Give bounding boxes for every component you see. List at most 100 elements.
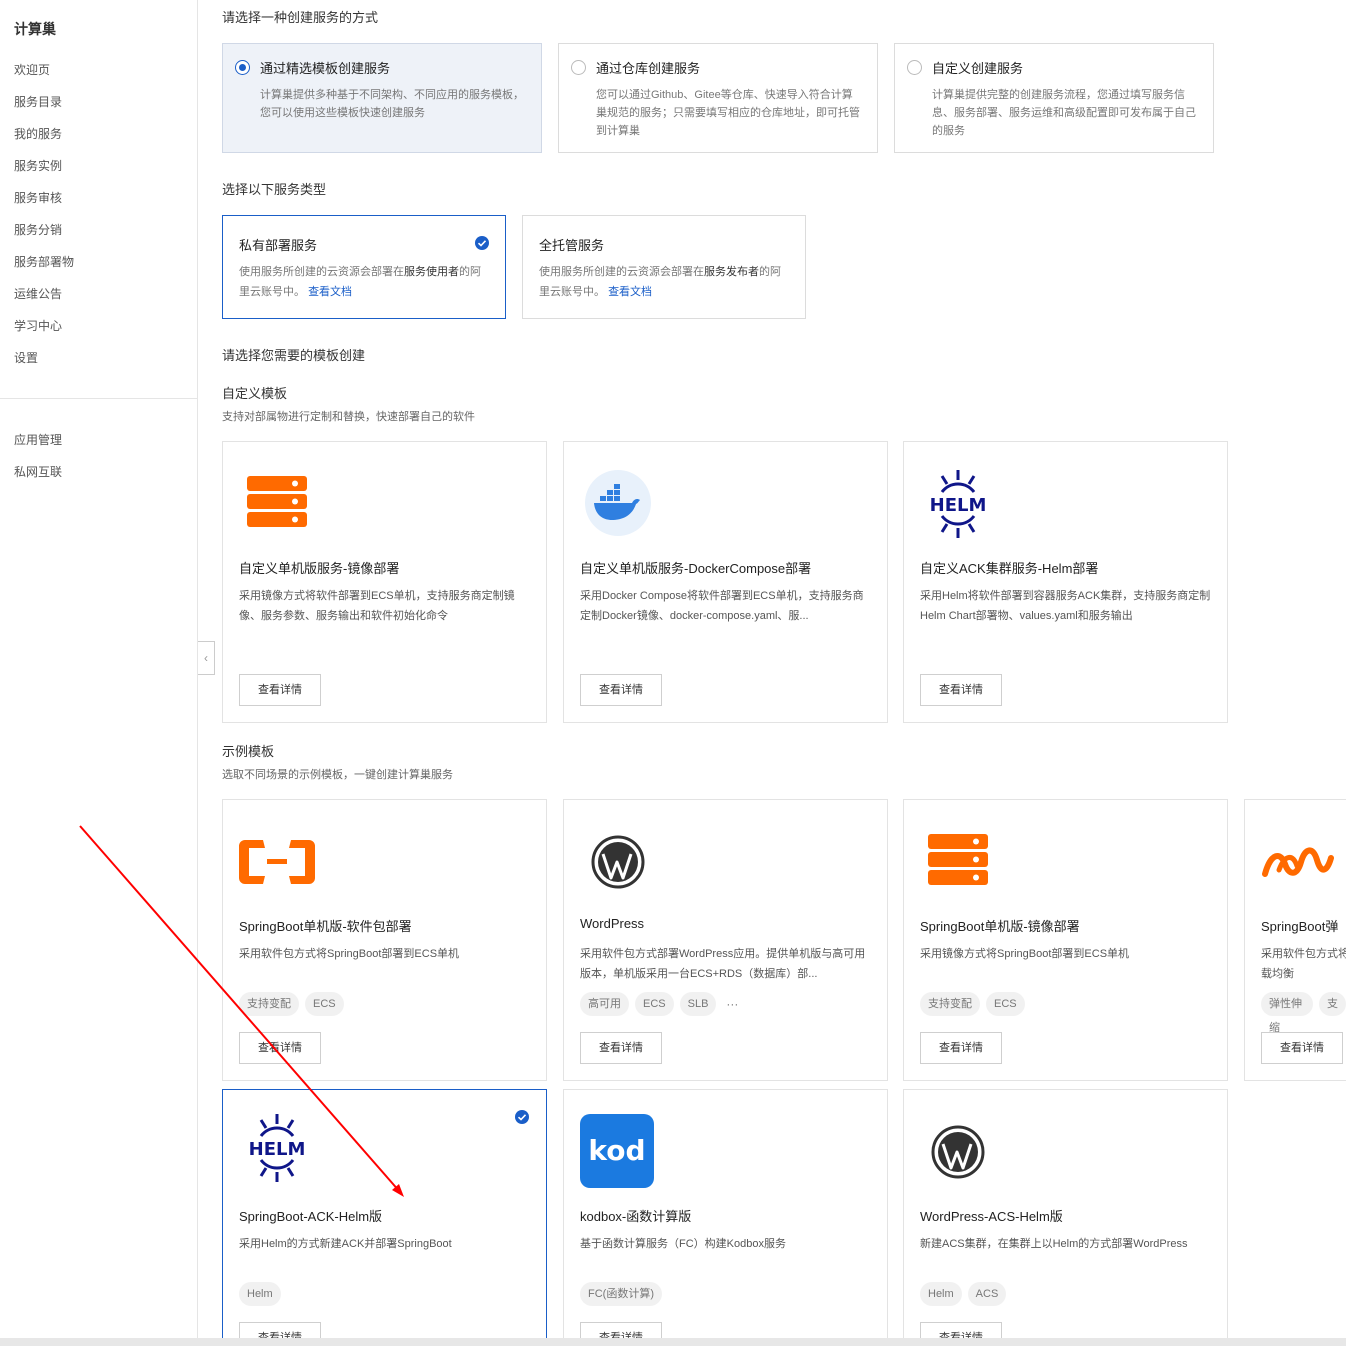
method-section-label: 请选择一种创建服务的方式 xyxy=(222,10,379,25)
sidebar-item-welcome[interactable]: 欢迎页 xyxy=(14,60,74,92)
more-tags-icon[interactable]: ··· xyxy=(726,997,738,1011)
tag: 支持变配 xyxy=(920,992,980,1016)
method-card-custom[interactable]: 自定义创建服务 计算巢提供完整的创建服务流程，您通过填写服务信息、服务部署、服务… xyxy=(894,43,1214,153)
aliyun-icon xyxy=(239,824,315,900)
template-card-desc: 采用软件包方式将SpringBoot部署到ECS上，并使用SLB做负载均衡 xyxy=(1261,948,1346,980)
method-card-desc: 计算巢提供完整的创建服务流程，您通过填写服务信息、服务部署、服务运维和高级配置即… xyxy=(932,89,1196,137)
sidebar-menu-secondary: 应用管理 私网互联 xyxy=(14,430,62,494)
type-card-title: 私有部署服务 xyxy=(239,238,318,253)
template-card-desc: 采用软件包方式部署WordPress应用。提供单机版与高可用版本，单机版采用一台… xyxy=(580,948,866,980)
radio-selected-icon[interactable] xyxy=(235,60,250,75)
svg-text:kod: kod xyxy=(588,1134,645,1167)
template-card-title: WordPress-ACS-Helm版 xyxy=(920,1209,1063,1224)
sidebar-item-service-review[interactable]: 服务审核 xyxy=(14,188,74,220)
tag: ACS xyxy=(967,1282,1007,1306)
view-docs-link[interactable]: 查看文档 xyxy=(308,286,352,298)
tag-list: Helm xyxy=(239,1282,281,1306)
template-section-label: 请选择您需要的模板创建 xyxy=(222,348,366,363)
template-card-title: 自定义ACK集群服务-Helm部署 xyxy=(920,561,1099,576)
tag-list: 支持变配 ECS xyxy=(920,992,1025,1016)
template-card-springboot-package[interactable]: SpringBoot单机版-软件包部署 采用软件包方式将SpringBoot部署… xyxy=(222,799,547,1081)
springboot-swirl-icon xyxy=(1261,824,1337,900)
sidebar-item-settings[interactable]: 设置 xyxy=(14,348,74,380)
check-circle-icon xyxy=(475,236,489,250)
template-card-custom-helm[interactable]: HELM 自定义ACK集群服务-Helm部署 采用Helm将软件部署到容器服务A… xyxy=(903,441,1228,723)
sidebar-item-app-management[interactable]: 应用管理 xyxy=(14,430,62,462)
template-card-title: kodbox-函数计算版 xyxy=(580,1209,692,1224)
sidebar-item-private-network[interactable]: 私网互联 xyxy=(14,462,62,494)
app-title: 计算巢 xyxy=(14,21,56,37)
sidebar-divider xyxy=(0,398,197,399)
wordpress-icon xyxy=(920,1114,996,1190)
template-card-custom-docker[interactable]: 自定义单机版服务-DockerCompose部署 采用Docker Compos… xyxy=(563,441,888,723)
view-details-button[interactable]: 查看详情 xyxy=(239,674,321,706)
template-card-title: SpringBoot单机版-镜像部署 xyxy=(920,919,1080,934)
template-card-desc: 采用Helm的方式新建ACK并部署SpringBoot xyxy=(239,1238,452,1250)
template-card-desc: 基于函数计算服务（FC）构建Kodbox服务 xyxy=(580,1238,786,1250)
sidebar-collapse-button[interactable]: ‹ xyxy=(198,641,215,675)
method-card-repository[interactable]: 通过仓库创建服务 您可以通过Github、Gitee等仓库、快速导入符合计算巢规… xyxy=(558,43,878,153)
sidebar: 计算巢 欢迎页 服务目录 我的服务 服务实例 服务审核 服务分销 服务部署物 运… xyxy=(0,0,198,1346)
method-card-title: 通过仓库创建服务 xyxy=(596,61,701,76)
kodbox-icon: kod xyxy=(580,1114,656,1190)
template-card-title: SpringBoot-ACK-Helm版 xyxy=(239,1209,383,1224)
sidebar-menu: 欢迎页 服务目录 我的服务 服务实例 服务审核 服务分销 服务部署物 运维公告 … xyxy=(14,60,74,380)
tag: Helm xyxy=(920,1282,962,1306)
sidebar-item-service-distribution[interactable]: 服务分销 xyxy=(14,220,74,252)
tag: 高可用 xyxy=(580,992,629,1016)
view-details-button[interactable]: 查看详情 xyxy=(580,1032,662,1064)
helm-icon: HELM xyxy=(239,1110,315,1186)
sidebar-item-my-services[interactable]: 我的服务 xyxy=(14,124,74,156)
template-card-wordpress-acs-helm[interactable]: WordPress-ACS-Helm版 新建ACS集群，在集群上以Helm的方式… xyxy=(903,1089,1228,1346)
method-card-desc: 计算巢提供多种基于不同架构、不同应用的服务模板，您可以使用这些模板快速创建服务 xyxy=(260,89,524,119)
sidebar-item-deploy-artifacts[interactable]: 服务部署物 xyxy=(14,252,74,284)
tag: 支 xyxy=(1319,992,1346,1016)
tag: SLB xyxy=(679,992,717,1016)
template-card-springboot-image[interactable]: SpringBoot单机版-镜像部署 采用镜像方式将SpringBoot部署到E… xyxy=(903,799,1228,1081)
helm-icon: HELM xyxy=(920,466,996,542)
view-details-button[interactable]: 查看详情 xyxy=(920,1032,1002,1064)
view-details-button[interactable]: 查看详情 xyxy=(920,674,1002,706)
sidebar-item-service-catalog[interactable]: 服务目录 xyxy=(14,92,74,124)
sidebar-item-learning-center[interactable]: 学习中心 xyxy=(14,316,74,348)
tag-list: FC(函数计算) xyxy=(580,1282,662,1306)
tag: 弹性伸缩 xyxy=(1261,992,1313,1034)
sidebar-item-ops-notices[interactable]: 运维公告 xyxy=(14,284,74,316)
tag: ECS xyxy=(305,992,344,1016)
template-card-wordpress[interactable]: WordPress 采用软件包方式部署WordPress应用。提供单机版与高可用… xyxy=(563,799,888,1081)
custom-template-heading: 自定义模板 xyxy=(222,386,288,401)
sidebar-item-service-instances[interactable]: 服务实例 xyxy=(14,156,74,188)
template-card-title: 自定义单机版服务-镜像部署 xyxy=(239,561,400,576)
horizontal-scrollbar[interactable] xyxy=(0,1338,1346,1346)
tag: Helm xyxy=(239,1282,281,1306)
template-card-springboot-ack-helm[interactable]: HELM SpringBoot-ACK-Helm版 采用Helm的方式新建ACK… xyxy=(222,1089,547,1346)
tag-list: 支持变配 ECS xyxy=(239,992,344,1016)
template-card-springboot-elastic[interactable]: SpringBoot弹 采用软件包方式将SpringBoot部署到ECS上，并使… xyxy=(1244,799,1346,1081)
method-card-template[interactable]: 通过精选模板创建服务 计算巢提供多种基于不同架构、不同应用的服务模板，您可以使用… xyxy=(222,43,542,153)
template-card-desc: 采用软件包方式将SpringBoot部署到ECS单机 xyxy=(239,948,460,960)
svg-text:HELM: HELM xyxy=(249,1139,306,1160)
radio-icon[interactable] xyxy=(907,60,922,75)
view-details-button[interactable]: 查看详情 xyxy=(580,674,662,706)
template-card-desc: 采用Helm将软件部署到容器服务ACK集群，支持服务商定制Helm Chart部… xyxy=(920,590,1211,622)
template-card-custom-image[interactable]: 自定义单机版服务-镜像部署 采用镜像方式将软件部署到ECS单机，支持服务商定制镜… xyxy=(222,441,547,723)
tag: ECS xyxy=(635,992,674,1016)
view-details-button[interactable]: 查看详情 xyxy=(1261,1032,1343,1064)
template-card-title: WordPress xyxy=(580,916,645,931)
template-card-desc: 采用镜像方式将SpringBoot部署到ECS单机 xyxy=(920,948,1130,960)
type-card-desc: 使用服务所创建的云资源会部署在服务发布者的阿里云账号中。 查看文档 xyxy=(539,266,781,298)
type-card-managed[interactable]: 全托管服务 使用服务所创建的云资源会部署在服务发布者的阿里云账号中。 查看文档 xyxy=(522,215,806,319)
method-card-title: 自定义创建服务 xyxy=(932,61,1024,76)
custom-template-desc: 支持对部属物进行定制和替换，快速部署自己的软件 xyxy=(222,411,475,423)
wordpress-icon xyxy=(580,824,656,900)
view-details-button[interactable]: 查看详情 xyxy=(239,1032,321,1064)
radio-icon[interactable] xyxy=(571,60,586,75)
template-card-title: SpringBoot弹 xyxy=(1261,919,1339,934)
template-card-kodbox[interactable]: kod kodbox-函数计算版 基于函数计算服务（FC）构建Kodbox服务 … xyxy=(563,1089,888,1346)
type-card-private[interactable]: 私有部署服务 使用服务所创建的云资源会部署在服务使用者的阿里云账号中。 查看文档 xyxy=(222,215,506,319)
template-card-title: SpringBoot单机版-软件包部署 xyxy=(239,919,412,934)
view-docs-link[interactable]: 查看文档 xyxy=(608,286,652,298)
template-card-title: 自定义单机版服务-DockerCompose部署 xyxy=(580,561,812,576)
tag-list: 高可用 ECS SLB ··· xyxy=(580,992,738,1016)
method-card-title: 通过精选模板创建服务 xyxy=(260,61,391,76)
